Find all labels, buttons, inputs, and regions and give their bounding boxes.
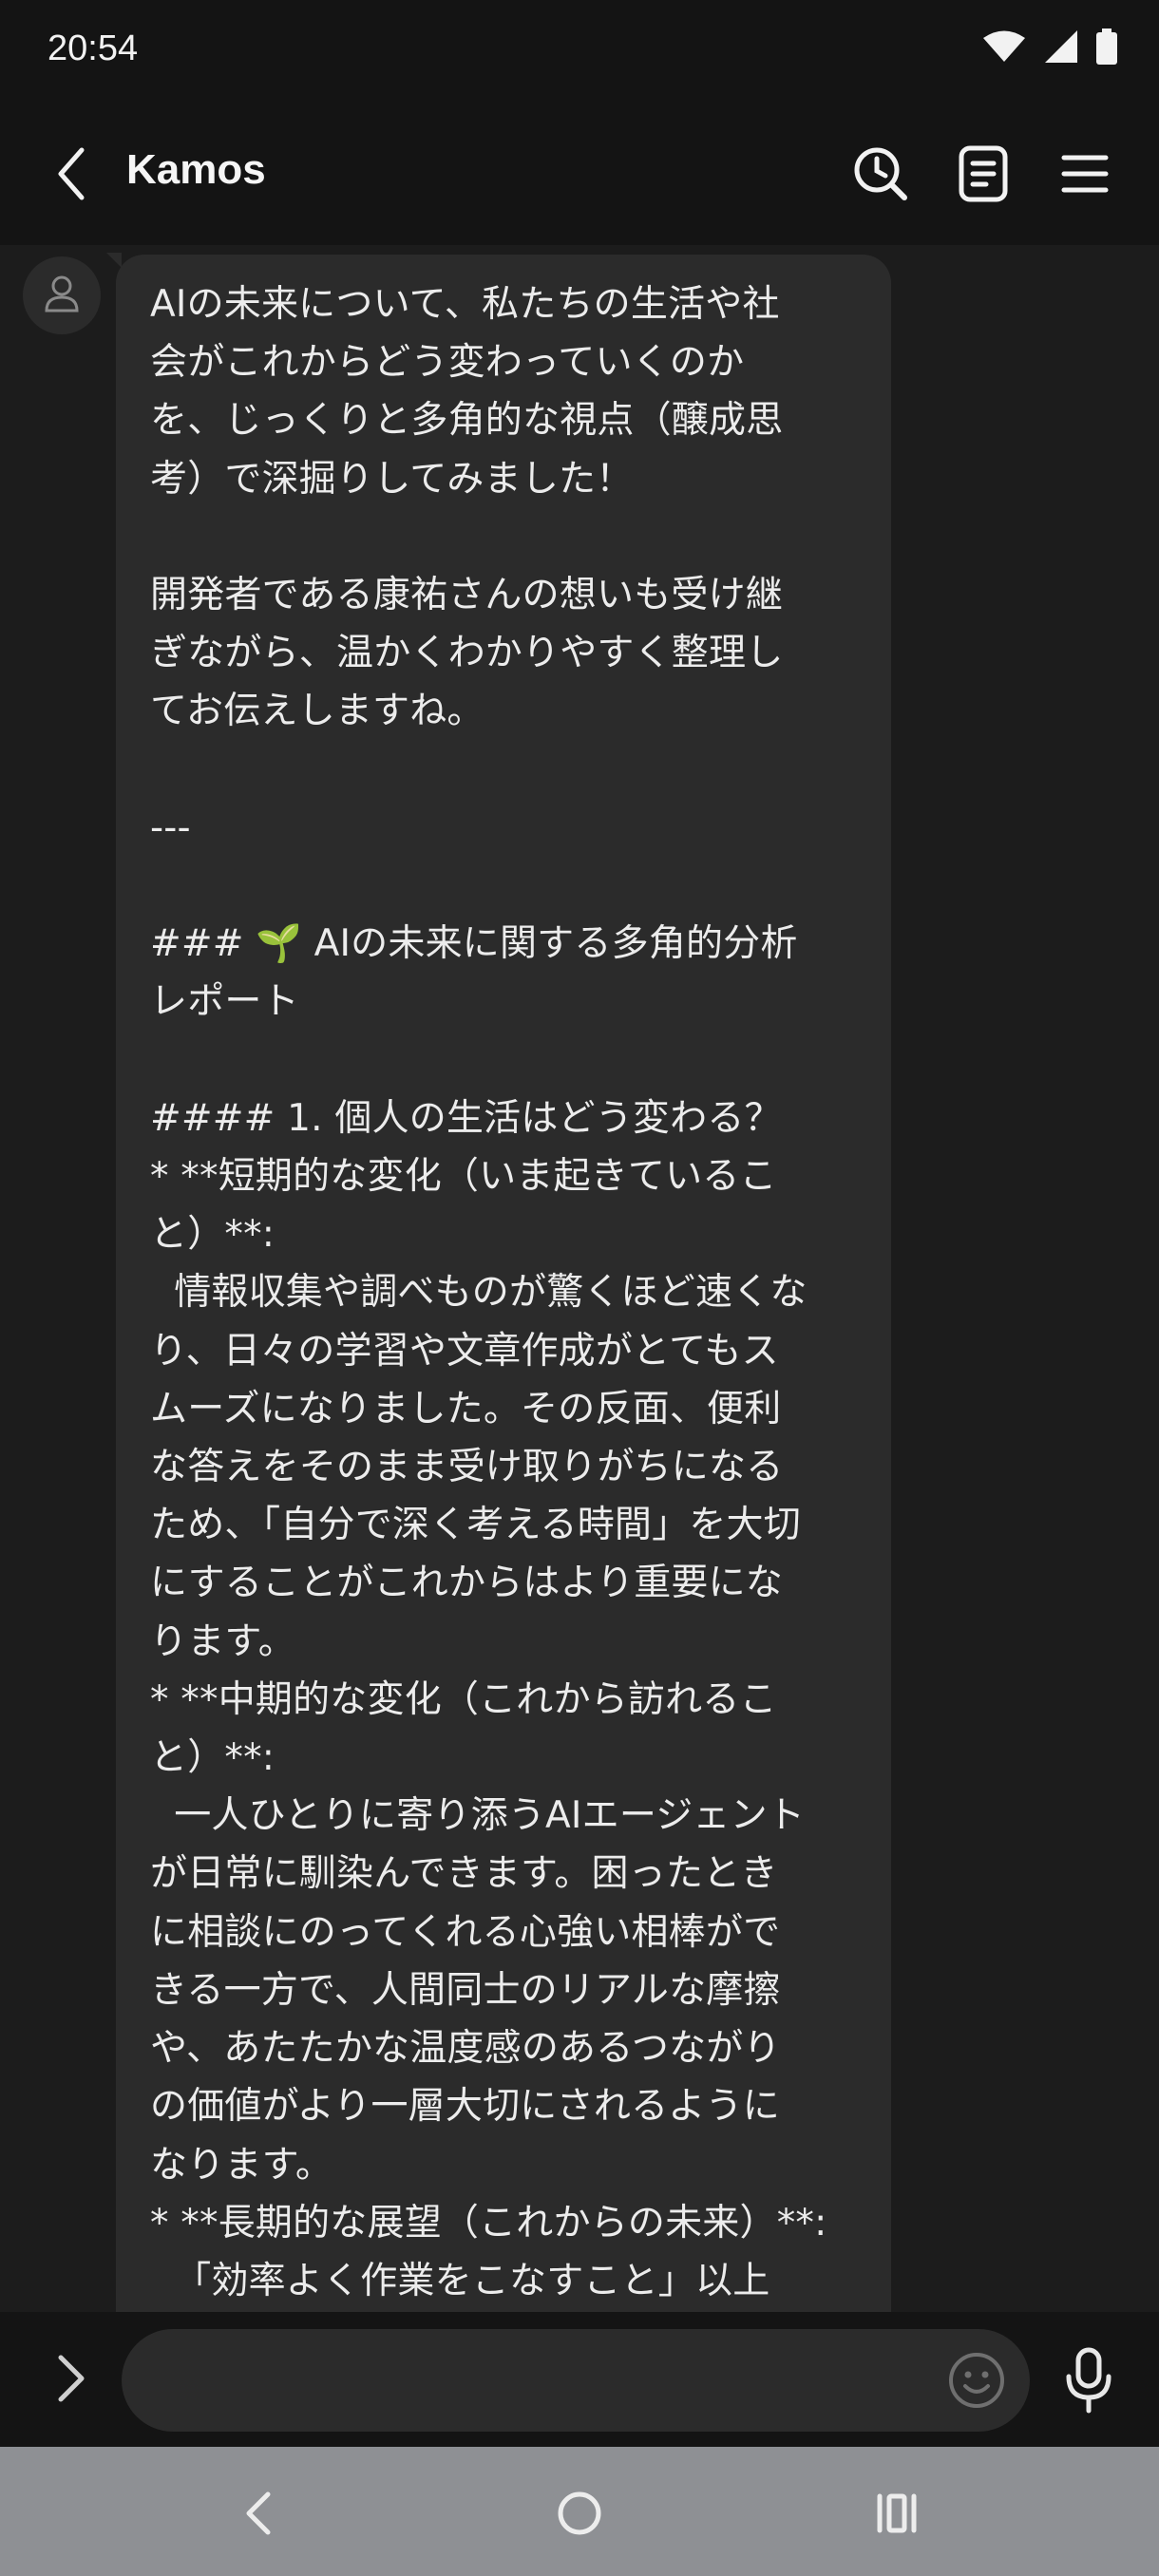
status-time: 20:54	[48, 28, 139, 68]
notes-icon	[952, 145, 1015, 209]
message-input[interactable]	[122, 2329, 1030, 2432]
menu-icon	[1053, 155, 1115, 209]
chat-area[interactable]: AIの未来について、私たちの生活や社 会がこれからどう変わっていくのか を、じっ…	[0, 245, 1159, 2312]
menu-button[interactable]	[1053, 142, 1115, 205]
notes-button[interactable]	[952, 142, 1015, 205]
nav-recents-button[interactable]	[866, 2483, 927, 2544]
person-icon	[41, 273, 83, 318]
avatar[interactable]	[23, 256, 101, 334]
clock-search-icon	[849, 147, 912, 209]
nav-home-icon	[549, 2491, 610, 2548]
expand-button[interactable]	[51, 2350, 89, 2407]
status-icons	[982, 28, 1117, 68]
emoji-button[interactable]	[946, 2350, 1007, 2411]
system-nav-bar	[0, 2447, 1159, 2576]
nav-home-button[interactable]	[549, 2483, 610, 2544]
emoji-icon	[946, 2353, 1007, 2415]
microphone-icon	[1062, 2347, 1115, 2418]
chat-header: Kamos	[0, 104, 1159, 245]
input-bar	[0, 2312, 1159, 2447]
nav-back-button[interactable]	[230, 2483, 291, 2544]
nav-back-icon	[230, 2491, 291, 2548]
back-arrow-icon	[48, 147, 95, 211]
message-text: AIの未来について、私たちの生活や社 会がこれからどう変わっていくのか を、じっ…	[150, 283, 827, 2302]
microphone-button[interactable]	[1062, 2346, 1115, 2415]
wifi-icon	[982, 29, 1026, 67]
battery-icon	[1096, 28, 1117, 68]
status-bar: 20:54	[0, 0, 1159, 104]
nav-recents-icon	[866, 2493, 927, 2548]
chat-title: Kamos	[126, 146, 266, 193]
history-search-button[interactable]	[849, 142, 912, 205]
signal-icon	[1043, 28, 1079, 68]
chevron-right-icon	[51, 2355, 89, 2411]
message-bubble[interactable]: AIの未来について、私たちの生活や社 会がこれからどう変わっていくのか を、じっ…	[116, 255, 891, 2312]
back-button[interactable]	[48, 141, 95, 207]
bubble-tail	[106, 253, 122, 268]
